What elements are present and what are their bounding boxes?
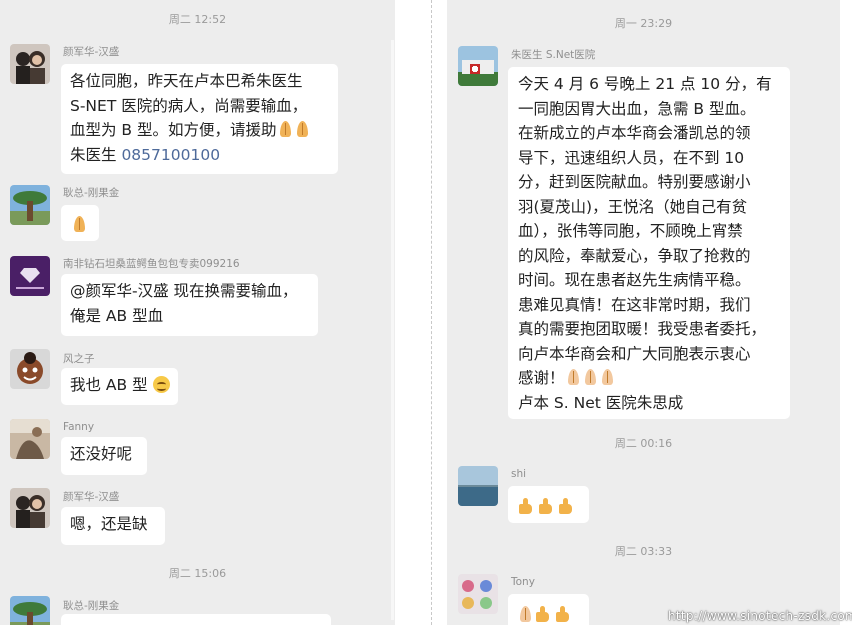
message-text: 在新成立的卢本华商会潘凯总的领 xyxy=(518,124,751,142)
avatar[interactable] xyxy=(458,46,498,86)
right-chat-panel: 周一 23:29 朱医生 S.Net医院 今天 4 月 6 号晚上 21 点 1… xyxy=(447,0,840,625)
thumbs-up-icon xyxy=(557,497,575,515)
folded-hands-icon xyxy=(582,368,599,386)
message-text: 我也 AB 型 xyxy=(70,376,148,394)
message-text: 导下，迅速组织人员，在不到 10 xyxy=(518,148,745,167)
left-chat-panel: 周二 12:52 颜军华-汉盛 各位同胞，昨天在卢本巴希朱医生 S-NET 医院… xyxy=(0,0,395,625)
message-text: 感谢！ xyxy=(518,369,565,387)
message-text: 还没好呢 xyxy=(70,445,133,463)
message-text: 向卢本华商会和广大同胞表示衷心 xyxy=(518,344,751,363)
message-signature: 卢本 S. Net 医院朱思成 xyxy=(518,393,684,412)
message-text: 羽(夏茂山)，王悦洺（她自己有贫 xyxy=(518,197,748,216)
sender-name: Fanny xyxy=(63,421,95,433)
message-bubble[interactable] xyxy=(508,594,589,625)
message-text: S-NET 医院的病人，尚需要输血， xyxy=(70,96,308,115)
avatar[interactable] xyxy=(458,574,498,614)
thumbs-up-icon xyxy=(537,497,555,515)
message-text: 各位同胞，昨天在卢本巴希朱医生 xyxy=(70,72,303,90)
folded-hands-icon xyxy=(71,215,88,233)
sender-name: 风之子 xyxy=(63,353,95,365)
sender-name: 颜军华-汉盛 xyxy=(63,46,120,58)
timestamp: 周二 12:52 xyxy=(168,13,227,26)
message-bubble[interactable]: 还没好呢 xyxy=(61,437,147,475)
timestamp: 周二 15:06 xyxy=(168,567,227,580)
timestamp: 周二 00:16 xyxy=(614,437,673,450)
sender-name: 颜军华-汉盛 xyxy=(63,491,120,503)
folded-hands-icon xyxy=(294,120,311,138)
folded-hands-icon xyxy=(517,605,534,623)
grinning-face-icon xyxy=(152,376,170,393)
message-text: 血型为 B 型。如方便，请援助 xyxy=(70,121,277,139)
message-bubble[interactable]: 今天 4 月 6 号晚上 21 点 10 分，有 一同胞因胃大出血，急需 B 型… xyxy=(508,67,790,419)
sender-name: Tony xyxy=(511,576,535,588)
message-bubble[interactable] xyxy=(508,486,589,523)
message-text: 患难见真情！在这非常时期，我们 xyxy=(518,295,751,314)
folded-hands-icon xyxy=(599,368,616,386)
folded-hands-icon xyxy=(565,368,582,386)
avatar[interactable] xyxy=(10,419,50,459)
timestamp: 周二 03:33 xyxy=(614,545,673,558)
sender-name: 耿总-刚果金 xyxy=(63,187,120,199)
folded-hands-icon xyxy=(277,120,294,138)
thumbs-up-icon xyxy=(554,605,572,623)
thumbs-up-icon xyxy=(534,605,552,623)
sender-name: 朱医生 S.Net医院 xyxy=(511,49,596,61)
message-text: 时间。现在患者赵先生病情平稳。 xyxy=(518,271,751,289)
avatar[interactable] xyxy=(10,185,50,225)
panel-edge xyxy=(391,40,394,620)
message-text: 的风险，奉献爱心，争取了抢救的 xyxy=(518,246,751,265)
message-text: 嗯，还是缺 xyxy=(70,515,148,533)
timestamp: 周一 23:29 xyxy=(614,17,673,30)
message-text: 分，赶到医院献血。特别要感谢小 xyxy=(518,173,751,191)
avatar[interactable] xyxy=(10,44,50,84)
message-text: 血），张伟等同胞，不顾晚上宵禁 xyxy=(518,222,743,240)
message-text: 朱医生 xyxy=(70,145,122,164)
avatar[interactable] xyxy=(458,466,498,506)
sender-name: 耿总-刚果金 xyxy=(63,600,120,612)
avatar[interactable] xyxy=(10,596,50,625)
message-text: 俺是 AB 型血 xyxy=(70,306,164,325)
sender-name: 南非钻石坦桑蓝鳄鱼包包专卖099216 xyxy=(63,258,240,270)
message-text: 今天 4 月 6 号晚上 21 点 10 分，有 xyxy=(518,75,772,93)
message-bubble[interactable]: 嗯，还是缺 xyxy=(61,507,165,545)
avatar[interactable] xyxy=(10,256,50,296)
message-bubble[interactable]: @颜军华-汉盛 现在换需要输血， 俺是 AB 型血 xyxy=(61,274,318,336)
avatar[interactable] xyxy=(10,349,50,389)
message-bubble[interactable]: 各位同胞，昨天在卢本巴希朱医生 S-NET 医院的病人，尚需要输血， 血型为 B… xyxy=(61,64,338,174)
avatar[interactable] xyxy=(10,488,50,528)
thumbs-up-icon xyxy=(517,497,535,515)
message-text: 真的需要抱团取暖！我受患者委托， xyxy=(518,320,767,338)
message-bubble[interactable] xyxy=(61,614,331,625)
message-text: 一同胞因胃大出血，急需 B 型血。 xyxy=(518,99,756,118)
message-text: @颜军华-汉盛 现在换需要输血， xyxy=(70,282,298,300)
message-bubble[interactable] xyxy=(61,205,99,241)
message-bubble[interactable]: 我也 AB 型 xyxy=(61,368,178,405)
sender-name: shi xyxy=(511,468,527,480)
phone-number-link[interactable]: 0857100100 xyxy=(121,146,220,164)
panel-divider xyxy=(431,0,432,625)
watermark: http://www.sinotech-zsdk.com xyxy=(668,609,852,623)
